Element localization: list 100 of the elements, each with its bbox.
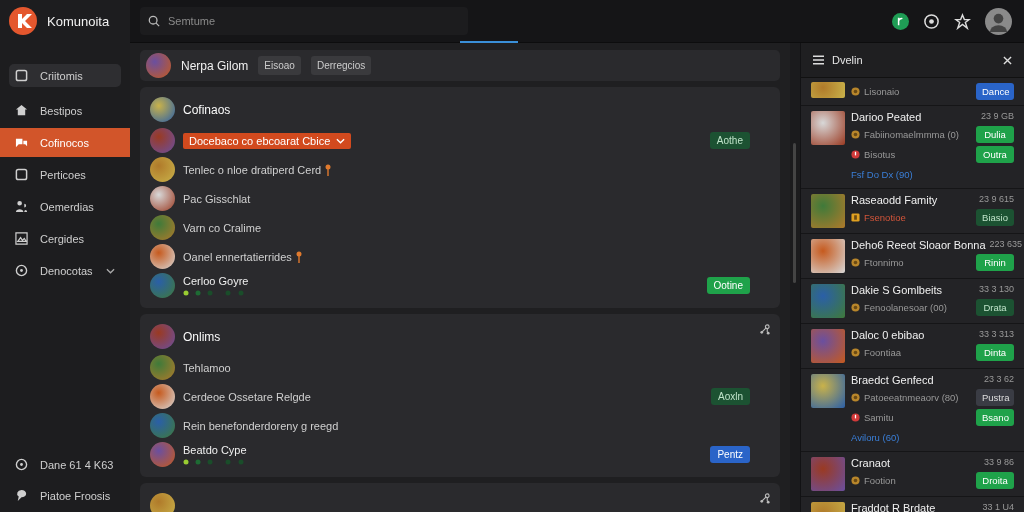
coin-icon <box>851 129 860 139</box>
item-time: 23 3 62 <box>983 374 1014 386</box>
item-title: Braedct Genfecd <box>851 374 934 386</box>
filter-chip[interactable]: Derregcios <box>310 56 372 75</box>
list-item-card[interactable]: Lisonaio Dance <box>801 78 1024 106</box>
coin-icon <box>851 302 860 312</box>
list-item-card[interactable]: Raseaodd Famity 23 9 615 Fsenotioe Biasio <box>801 189 1024 234</box>
sidebar-item[interactable]: Perticoes <box>0 160 130 189</box>
notification-icon[interactable] <box>892 12 909 30</box>
chat-message: Cerdeoe Ossetare Relgde <box>183 390 311 403</box>
item-detail: Samitu <box>864 411 895 423</box>
thumbnail <box>811 82 845 98</box>
action-button[interactable]: Drata <box>976 298 1014 316</box>
sidebar-item[interactable]: Criitomis <box>9 64 121 87</box>
logo-icon <box>9 7 37 35</box>
close-icon[interactable] <box>1003 55 1012 65</box>
app-name: Komunoita <box>47 13 110 29</box>
user-avatar <box>150 128 175 153</box>
chevron-icon <box>336 137 346 144</box>
chat-message: Oanel ennertatierrides <box>183 250 292 263</box>
list-item-card[interactable]: Fraddot R Brdate 33 1 U4 <box>801 497 1024 512</box>
user-avatar <box>150 355 175 380</box>
avatar-icon[interactable] <box>985 7 1012 35</box>
action-button[interactable]: Pustra <box>976 388 1014 406</box>
card-title: Onlims <box>183 329 221 344</box>
item-title: Cranaot <box>851 457 891 469</box>
nav-icon <box>15 104 28 117</box>
alert-icon <box>851 412 860 422</box>
sidebar-item[interactable]: Bestipos <box>0 96 130 125</box>
list-item-card[interactable]: Cranaot 33 9 86 Footion Droita <box>801 452 1024 497</box>
action-button[interactable]: Dance <box>976 82 1014 100</box>
user-avatar <box>150 413 175 438</box>
coin-icon <box>851 347 860 357</box>
item-time: 33 3 313 <box>978 329 1014 341</box>
thumbnail <box>811 329 845 363</box>
item-detail: Bisotus <box>864 148 897 160</box>
coin-icon <box>851 392 860 402</box>
badge-icon <box>851 212 860 222</box>
dropdown[interactable]: Docebaco co ebcoarat Cbice <box>183 132 352 149</box>
nav-icon <box>15 458 28 471</box>
item-title: Raseaodd Famity <box>851 194 938 206</box>
item-title: Darioo Peated <box>851 111 922 123</box>
share-icon[interactable] <box>759 324 770 335</box>
nav-icon <box>15 264 28 277</box>
sidebar-footer-item[interactable]: Dane 61 4 K63 <box>0 450 130 479</box>
sidebar-footer-item[interactable]: Piatoe Froosis <box>0 481 130 510</box>
user-avatar <box>150 442 175 467</box>
share-icon[interactable] <box>759 493 770 504</box>
item-detail: Patoeeatnmeaorv (80) <box>864 391 960 403</box>
item-time: 23 9 615 <box>978 194 1014 206</box>
status-button[interactable]: Pentz <box>710 446 750 463</box>
filter-chip[interactable]: Eisoao <box>258 56 301 75</box>
menu-icon[interactable] <box>813 55 824 65</box>
thumbnail <box>811 457 845 491</box>
sidebar-item[interactable]: Cergides <box>0 224 130 253</box>
item-title: Deho6 Reeot Sloaor Bonna <box>851 239 986 251</box>
target-icon[interactable] <box>923 12 940 30</box>
user-avatar <box>150 186 175 211</box>
nav-icon <box>15 168 28 181</box>
card-title: Cofinaos <box>183 102 231 117</box>
search-icon <box>148 15 160 27</box>
list-item-card[interactable]: Deho6 Reeot Sloaor Bonna 223 635 Ftonnimo Rinin <box>801 234 1024 279</box>
item-detail: Ftonnimo <box>864 256 905 268</box>
user-name: Beatdo Cype <box>183 444 247 456</box>
star-icon[interactable] <box>954 12 971 30</box>
group-title: Nerpa Gilom <box>181 58 249 73</box>
thumbnail <box>811 111 845 145</box>
item-detail: Fsenotioe <box>864 211 907 223</box>
sidebar-item[interactable]: Denocotas <box>0 256 130 285</box>
thumbnail <box>811 194 845 228</box>
list-item-card[interactable]: Dakie S Gomlbeits 33 3 130 Fenoolanesoar (00) Drata <box>801 279 1024 324</box>
user-avatar <box>150 157 175 182</box>
sidebar-item[interactable]: Oemerdias <box>0 192 130 221</box>
chevron-icon <box>106 267 115 274</box>
item-time: 33 3 130 <box>978 284 1014 296</box>
action-button[interactable]: Biasio <box>976 208 1014 226</box>
item-detail: Foontiaa <box>864 346 902 358</box>
nav-icon <box>15 232 28 245</box>
user-avatar <box>150 97 175 122</box>
coin-icon <box>851 257 860 267</box>
sidebar-item[interactable]: Cofinocos <box>0 128 130 157</box>
chat-message: Varn co Cralime <box>183 221 262 234</box>
chat-message: Pac Gisschlat <box>183 192 251 205</box>
item-detail: Fabiinomaelmmma (0) <box>864 128 961 140</box>
list-item-card[interactable]: Daloc 0 ebibao 33 3 313 Foontiaa Dinta <box>801 324 1024 369</box>
thumbnail <box>811 239 845 273</box>
item-time: 33 9 86 <box>983 457 1014 469</box>
search-field[interactable]: Semtume <box>140 7 468 35</box>
coin-icon <box>851 86 860 96</box>
coin-icon <box>851 475 860 485</box>
list-item-card[interactable]: Braedct Genfecd 23 3 62 Patoeeatnmeaorv (80) Pustra Samitu Bsano Aviloru (60) <box>801 369 1024 452</box>
status-button[interactable]: Aothe <box>709 132 750 149</box>
nav-icon <box>15 200 28 213</box>
chat-message: Tenlec o nloe dratiperd Cerd <box>183 163 322 176</box>
status-button[interactable]: Aoxln <box>711 388 750 405</box>
list-item-card[interactable]: Darioo Peated 23 9 GB Fabiinomaelmmma (0) Dulia Bisotus Outra Fsf Do Dx (90) <box>801 106 1024 189</box>
user-avatar <box>150 384 175 409</box>
item-link[interactable]: Fsf Do Dx (90) <box>851 168 913 180</box>
item-time: 23 9 GB <box>980 111 1014 123</box>
item-link[interactable]: Aviloru (60) <box>851 431 900 443</box>
